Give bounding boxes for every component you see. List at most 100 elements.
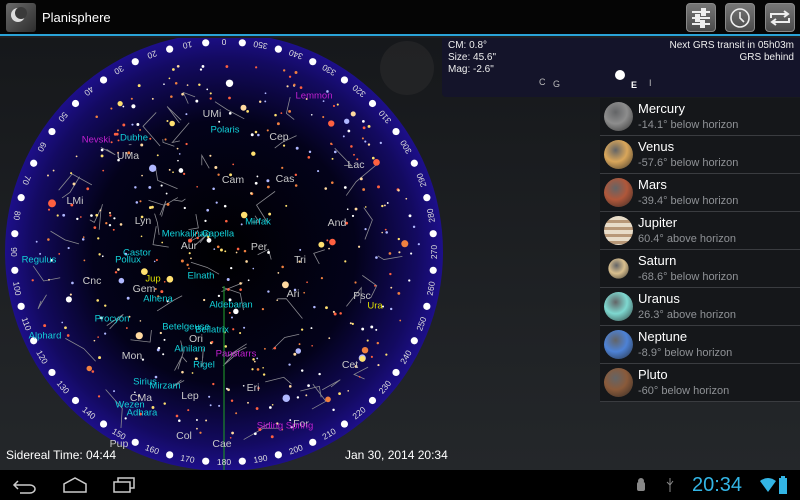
star-label[interactable]: Alhena xyxy=(143,294,173,305)
star-dot xyxy=(370,325,374,329)
planet-row-pluto[interactable]: Pluto -60° below horizon xyxy=(600,364,800,402)
star-dot xyxy=(311,344,313,347)
constellation-label[interactable]: Lac xyxy=(348,159,365,171)
star-dot xyxy=(100,154,104,158)
star-label[interactable]: Mirzam xyxy=(149,381,180,392)
home-icon[interactable] xyxy=(62,476,88,494)
star-label[interactable]: Alnilam xyxy=(174,344,205,355)
star-dot xyxy=(276,122,280,126)
star-dot xyxy=(324,187,328,190)
constellation-label[interactable]: Eri xyxy=(247,382,260,394)
sliders-icon xyxy=(692,7,710,28)
star-label[interactable]: Rigel xyxy=(193,360,215,371)
planet-label[interactable]: Jup xyxy=(145,274,160,285)
planet-row-venus[interactable]: Venus -57.6° below horizon xyxy=(600,136,800,174)
swap-button[interactable] xyxy=(765,3,795,32)
star-label[interactable]: Bellatrix xyxy=(195,325,229,336)
star-dot xyxy=(183,206,186,210)
planet-row-jupiter[interactable]: Jupiter 60.4° above horizon xyxy=(600,212,800,250)
azimuth-label: 80 xyxy=(11,210,23,221)
star-dot xyxy=(333,312,337,316)
star-label[interactable]: Dubhe xyxy=(120,133,148,144)
comet-label[interactable]: Panstarrs xyxy=(216,349,257,360)
planet-row-neptune[interactable]: Neptune -8.9° below horizon xyxy=(600,326,800,364)
star-label[interactable]: Aldebaran xyxy=(209,300,252,311)
constellation-label[interactable]: Tri xyxy=(294,254,306,266)
constellation-label[interactable]: Cet xyxy=(342,359,358,371)
azimuth-dot xyxy=(429,266,437,274)
star-dot xyxy=(220,248,223,252)
star-label[interactable]: Capella xyxy=(202,229,234,240)
star-dot xyxy=(405,197,408,200)
constellation-label[interactable]: Col xyxy=(176,430,192,442)
star-dot xyxy=(245,260,248,263)
constellation-label[interactable]: Cam xyxy=(222,174,244,186)
planet-altitude: -68.6° below horizon xyxy=(638,271,739,283)
star-label[interactable]: Procyon xyxy=(95,314,130,325)
star-dot xyxy=(117,100,123,107)
back-icon[interactable] xyxy=(12,478,38,494)
constellation-label[interactable]: Cas xyxy=(276,173,295,185)
constellation-label[interactable]: Mon xyxy=(122,350,142,362)
pluto-icon xyxy=(604,368,633,397)
star-dot xyxy=(137,84,141,88)
azimuth-dot xyxy=(274,451,282,459)
recent-apps-icon[interactable] xyxy=(112,476,138,494)
constellation-label[interactable]: Per xyxy=(251,241,267,253)
comet-label[interactable]: Nevski xyxy=(82,135,111,146)
star-dot xyxy=(298,343,301,346)
app-icon[interactable] xyxy=(6,3,36,32)
star-dot xyxy=(412,225,416,229)
star-dot xyxy=(375,328,378,331)
azimuth-dot xyxy=(274,45,282,53)
time-button[interactable] xyxy=(725,3,755,32)
azimuth-dot xyxy=(166,451,174,459)
planisphere-map[interactable]: 0102030405060708090100110120130140150160… xyxy=(0,38,448,470)
star-label[interactable]: Mirfak xyxy=(245,217,271,228)
star-dot xyxy=(214,165,218,169)
constellation-label[interactable]: LMi xyxy=(67,195,84,207)
settings-button[interactable] xyxy=(686,3,716,32)
comet-label[interactable]: Siding Spring xyxy=(257,421,314,432)
star-dot xyxy=(288,109,292,113)
azimuth-dot xyxy=(309,58,317,66)
star-label[interactable]: Regulus xyxy=(22,255,57,266)
constellation-label[interactable]: Lep xyxy=(181,390,199,402)
planet-row-mercury[interactable]: Mercury -14.1° below horizon xyxy=(600,98,800,136)
star-dot xyxy=(351,322,354,326)
constellation-label[interactable]: UMa xyxy=(117,150,139,162)
star-label[interactable]: Elnath xyxy=(188,271,215,282)
planet-row-uranus[interactable]: Uranus 26.3° above horizon xyxy=(600,288,800,326)
star-label[interactable]: Adhara xyxy=(127,408,158,419)
star-dot xyxy=(165,192,168,195)
constellation-label[interactable]: Aur xyxy=(181,240,197,252)
constellation-label[interactable]: UMi xyxy=(203,108,222,120)
star-dot xyxy=(370,355,373,358)
constellation-label[interactable]: And xyxy=(328,217,347,229)
constellation-label[interactable]: Cep xyxy=(269,131,288,143)
star-dot xyxy=(122,105,125,108)
moon-callisto: C xyxy=(539,77,546,87)
constellation-label[interactable]: Cnc xyxy=(83,275,102,287)
comet-label[interactable]: Lemmon xyxy=(296,91,333,102)
star-dot xyxy=(48,199,56,208)
star-dot xyxy=(390,286,393,289)
star-dot xyxy=(223,204,227,208)
star-label[interactable]: Polaris xyxy=(210,125,239,136)
constellation-label[interactable]: Ari xyxy=(287,288,300,300)
action-bar: Planisphere xyxy=(0,0,800,36)
battery-icon xyxy=(779,476,787,494)
star-dot xyxy=(385,231,388,234)
star-dot xyxy=(178,168,184,173)
wifi-icon xyxy=(760,478,776,492)
star-label[interactable]: Pollux xyxy=(115,255,141,266)
planet-label[interactable]: Ura xyxy=(367,301,382,312)
star-label[interactable]: Alphard xyxy=(29,331,62,342)
star-dot xyxy=(47,208,51,211)
venus-icon xyxy=(604,140,633,169)
planet-row-saturn[interactable]: Saturn -68.6° below horizon xyxy=(600,250,800,288)
planet-row-mars[interactable]: Mars -39.4° below horizon xyxy=(600,174,800,212)
constellation-label[interactable]: Cae xyxy=(212,438,231,450)
constellation-label[interactable]: Lyn xyxy=(135,215,152,227)
star-dot xyxy=(35,240,38,243)
